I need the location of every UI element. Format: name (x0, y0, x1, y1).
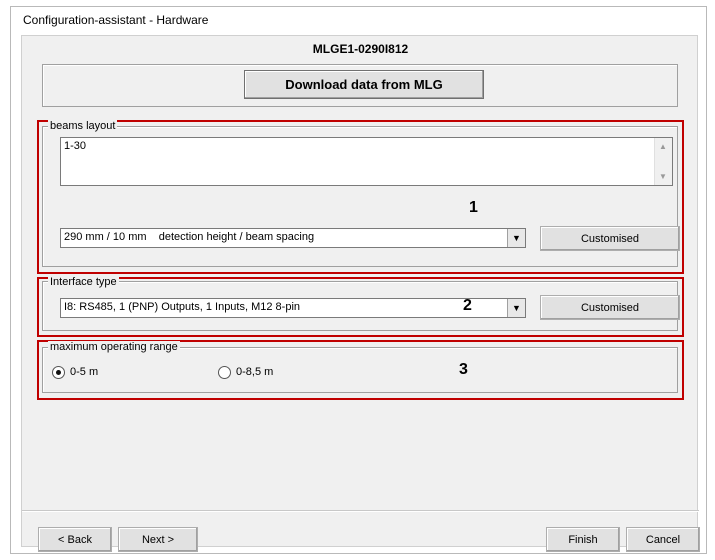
interface-type-label: Interface type (48, 276, 119, 288)
interface-type-value: I8: RS485, 1 (PNP) Outputs, 1 Inputs, M1… (64, 301, 301, 313)
back-button-label: < Back (58, 533, 92, 546)
interface-type-select[interactable]: I8: RS485, 1 (PNP) Outputs, 1 Inputs, M1… (60, 298, 526, 318)
beams-layout-label: beams layout (48, 120, 118, 132)
beams-customised-button[interactable]: Customised (540, 226, 680, 251)
cancel-button[interactable]: Cancel (626, 527, 700, 552)
next-button[interactable]: Next > (118, 527, 198, 552)
beams-layout-text: 1-30 (64, 140, 87, 152)
download-data-button[interactable]: Download data from MLG (244, 70, 484, 99)
footer-separator (22, 510, 699, 512)
beams-layout-scrollbar[interactable]: ▲ ▼ (654, 138, 672, 185)
radio-icon[interactable] (218, 365, 231, 379)
device-name: MLGE1-0290I812 (312, 42, 409, 56)
chevron-down-icon[interactable]: ▼ (507, 229, 525, 247)
radio-icon[interactable] (52, 365, 65, 379)
beams-layout-textarea[interactable]: 1-30 (60, 137, 673, 186)
marker-3: 3 (459, 361, 468, 378)
title-bar[interactable]: Configuration-assistant - Hardware (11, 7, 706, 37)
dialog-window: Configuration-assistant - Hardware MLGE1… (10, 6, 707, 554)
range-option-label: 0-5 m (70, 366, 99, 378)
marker-1: 1 (469, 199, 478, 216)
detection-height-select[interactable]: 290 mm / 10 mm detection height / beam s… (60, 228, 526, 248)
scroll-up-icon[interactable]: ▲ (659, 142, 667, 151)
scroll-down-icon[interactable]: ▼ (659, 172, 667, 181)
back-button[interactable]: < Back (38, 527, 112, 552)
operating-range-group (42, 347, 678, 393)
next-button-label: Next > (141, 533, 175, 546)
range-option-label: 0-8,5 m (236, 366, 274, 378)
chevron-down-icon[interactable]: ▼ (507, 299, 525, 317)
cancel-button-label: Cancel (645, 533, 681, 546)
dialog-client-area: MLGE1-0290I812 Download data from MLG be… (21, 35, 700, 552)
interface-customised-button[interactable]: Customised (540, 295, 680, 320)
range-option-0-5[interactable]: 0-5 m (52, 364, 132, 380)
range-option-0-8-5[interactable]: 0-8,5 m (218, 364, 298, 380)
finish-button-label: Finish (568, 533, 598, 546)
detection-height-value: 290 mm / 10 mm detection height / beam s… (64, 231, 315, 243)
window-title: Configuration-assistant - Hardware (23, 13, 209, 27)
finish-button[interactable]: Finish (546, 527, 620, 552)
marker-2: 2 (463, 297, 472, 314)
operating-range-label: maximum operating range (48, 341, 180, 353)
